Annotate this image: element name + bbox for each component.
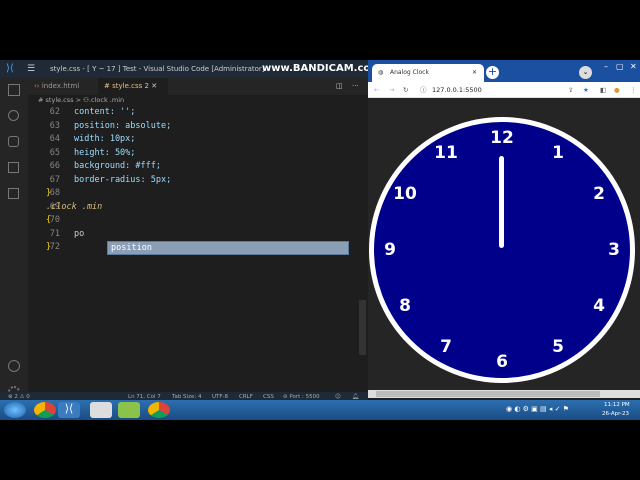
clock-number: 8 — [399, 296, 411, 316]
code-line[interactable]: } — [46, 242, 51, 252]
line-number: 63 — [49, 120, 60, 131]
tab-index-html[interactable]: ‹› index.html — [28, 78, 98, 95]
line-number: 65 — [49, 147, 60, 158]
line-number: 62 — [49, 107, 60, 117]
breadcrumb: # style.css > ⚇.clock .min — [28, 95, 368, 105]
profile-avatar[interactable]: ● — [614, 82, 620, 98]
code-line[interactable]: width: 10px; — [74, 134, 135, 144]
code-line[interactable]: .clock .min — [46, 202, 102, 212]
title-bar: ⟩⟨ ☰ style.css - [ Y ~ 17 ] Test - Visua… — [0, 60, 381, 78]
watermark: www.BANDICAM.com — [262, 63, 381, 74]
search-icon[interactable] — [8, 110, 19, 121]
share-icon[interactable]: ⇪ — [568, 82, 573, 98]
line-number: 71 — [49, 228, 60, 239]
activity-bar — [0, 78, 28, 402]
reload-icon[interactable]: ↻ — [403, 82, 408, 98]
bandicam-taskbar-icon[interactable] — [90, 402, 112, 418]
menu-kebab-icon[interactable]: ⋮ — [630, 82, 637, 98]
close-icon[interactable]: ✕ — [151, 82, 157, 90]
clock-date[interactable]: 26-Apr-23 — [602, 411, 629, 417]
browser-tab-title: Analog Clock — [390, 69, 429, 76]
split-editor-icon[interactable]: ◫ — [336, 78, 343, 95]
clock-number: 10 — [393, 184, 417, 204]
back-icon[interactable]: ← — [374, 82, 379, 98]
new-tab-button[interactable]: + — [486, 66, 499, 79]
clock-number: 5 — [552, 336, 564, 357]
code-line[interactable]: height: 50%; — [74, 148, 135, 158]
window-title: style.css - [ Y ~ 17 ] Test - Visual Stu… — [50, 65, 265, 73]
clock-number: 1 — [552, 143, 564, 163]
hash-icon: # — [104, 82, 110, 90]
line-number: 67 — [49, 174, 60, 185]
clock-number: 9 — [384, 240, 396, 260]
code-line[interactable]: } — [46, 188, 51, 198]
line-number: 72 — [49, 242, 60, 252]
code-line[interactable]: position: absolute; — [74, 121, 171, 131]
breadcrumb-symbol[interactable]: .clock .min — [89, 96, 124, 104]
minimize-icon[interactable]: – — [604, 62, 608, 71]
clock-number: 11 — [434, 143, 458, 163]
editor-tabs: ‹› index.html # style.css 2 ✕ ◫ ··· — [28, 78, 368, 95]
account-icon[interactable] — [8, 360, 20, 372]
editor-scrollbar[interactable] — [359, 300, 366, 355]
menu-icon[interactable]: ☰ — [27, 60, 35, 78]
code-line[interactable]: content: ''; — [74, 107, 135, 117]
vscode-taskbar-icon[interactable]: ⟩⟨ — [58, 402, 80, 418]
html-icon: ‹› — [34, 82, 40, 90]
notepad-taskbar-icon[interactable] — [118, 402, 140, 418]
run-debug-icon[interactable] — [8, 162, 19, 173]
autocomplete-suggestion[interactable]: position — [107, 241, 349, 255]
breadcrumb-file[interactable]: style.css — [46, 96, 74, 104]
clock-number: 6 — [496, 352, 508, 372]
source-control-icon[interactable] — [8, 136, 19, 147]
code-line[interactable]: background: #fff; — [74, 161, 161, 171]
browser-tab-strip: ◍ Analog Clock ✕ + ⌄ – ▢ ✕ — [368, 60, 640, 82]
code-line[interactable]: border-radius: 5px; — [74, 175, 171, 185]
line-number: 70 — [49, 215, 60, 225]
vscode-window: ⟩⟨ ☰ style.css - [ Y ~ 17 ] Test - Visua… — [0, 60, 381, 402]
clock-hand — [499, 156, 504, 248]
side-panel-icon[interactable]: ◧ — [600, 82, 606, 98]
more-actions-icon[interactable]: ··· — [352, 78, 359, 95]
close-window-icon[interactable]: ✕ — [630, 62, 637, 71]
clock-time[interactable]: 11:12 PM — [604, 402, 630, 408]
forward-icon[interactable]: → — [389, 82, 394, 98]
address-bar: ← → ↻ ⓘ 127.0.0.1:5500 ⇪ ★ ◧ ● ⋮ — [368, 82, 640, 98]
clock-number: 12 — [490, 128, 514, 148]
code-line[interactable]: { — [46, 215, 51, 225]
browser-tab[interactable]: ◍ Analog Clock ✕ — [372, 64, 484, 82]
chrome-taskbar-icon-2[interactable] — [148, 402, 170, 418]
clock-number: 7 — [440, 336, 452, 357]
start-button[interactable] — [4, 402, 26, 418]
system-tray-icons[interactable]: ◉ ◐ ⚙ ▣ ▤ ◂ ✓ ⚑ — [506, 405, 569, 413]
maximize-icon[interactable]: ▢ — [616, 62, 624, 71]
breadcrumb-separator: > — [75, 96, 82, 104]
bookmark-star-icon[interactable]: ★ — [583, 82, 589, 98]
globe-icon: ◍ — [378, 69, 384, 76]
line-number: 68 — [49, 188, 60, 198]
code-line[interactable]: po — [74, 229, 84, 239]
url-field[interactable]: 127.0.0.1:5500 — [432, 82, 482, 98]
tab-label: index.html — [41, 82, 80, 90]
tab-search-icon[interactable]: ⌄ — [579, 66, 592, 79]
extensions-icon[interactable] — [8, 188, 19, 199]
problem-badge: 2 — [144, 82, 149, 90]
site-info-icon[interactable]: ⓘ — [420, 82, 427, 98]
browser-window: ◍ Analog Clock ✕ + ⌄ – ▢ ✕ ← → ↻ ⓘ 127.0… — [368, 60, 640, 402]
line-number: 66 — [49, 161, 60, 171]
clock-number: 4 — [593, 296, 605, 316]
tab-style-css[interactable]: # style.css 2 ✕ — [98, 78, 168, 95]
explorer-icon[interactable] — [8, 84, 20, 96]
taskbar: ⟩⟨ ◉ ◐ ⚙ ▣ ▤ ◂ ✓ ⚑ 11:12 PM 26-Apr-23 — [0, 400, 640, 420]
clock-number: 2 — [593, 184, 605, 204]
line-number: 64 — [49, 134, 60, 144]
vscode-logo-icon: ⟩⟨ — [6, 63, 14, 74]
horizontal-scrollbar[interactable] — [368, 390, 640, 398]
tab-label: style.css — [112, 82, 143, 90]
hash-icon: # — [38, 96, 44, 104]
clock-number: 3 — [608, 240, 620, 260]
chrome-taskbar-icon[interactable] — [34, 402, 56, 418]
close-tab-icon[interactable]: ✕ — [472, 64, 477, 82]
